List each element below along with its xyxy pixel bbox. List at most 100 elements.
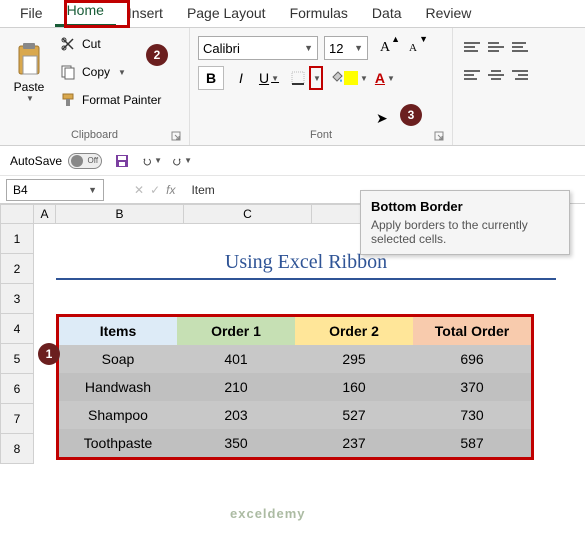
undo-button[interactable]: ▼ [142,151,162,171]
chevron-down-icon: ▼ [271,74,279,83]
row-header[interactable]: 7 [0,404,34,434]
align-top-button[interactable] [461,36,483,58]
align-bottom-button[interactable] [509,36,531,58]
paste-label: Paste [14,80,45,94]
align-left-button[interactable] [461,64,483,86]
row-header[interactable]: 2 [0,254,34,284]
format-painter-button[interactable]: Format Painter [56,88,165,112]
chevron-down-icon: ▼ [387,74,395,83]
col-header-a[interactable]: A [34,204,56,224]
borders-split-button[interactable]: ▼ [286,66,324,90]
select-all-corner[interactable] [0,204,34,224]
cell[interactable]: 160 [295,373,413,401]
cell[interactable]: Handwash [59,373,177,401]
cell[interactable]: 237 [295,429,413,457]
cell[interactable]: 203 [177,401,295,429]
row-header[interactable]: 5 [0,344,34,374]
row-headers: 1 2 3 4 5 6 7 8 [0,224,34,464]
align-center-button[interactable] [485,64,507,86]
cell[interactable]: Toothpaste [59,429,177,457]
group-label-clipboard: Clipboard [6,127,183,143]
tab-review[interactable]: Review [414,1,484,27]
font-name-value: Calibri [203,41,240,56]
row-header[interactable]: 4 [0,314,34,344]
cell[interactable]: 401 [177,345,295,373]
cell[interactable]: 350 [177,429,295,457]
col-header-c[interactable]: C [184,204,312,224]
fill-color-button[interactable]: ▼ [330,66,368,90]
tab-insert[interactable]: Insert [116,1,175,27]
chevron-down-icon: ▼ [26,94,34,103]
autosave-toggle[interactable]: AutoSave Off [10,153,102,169]
dialog-launcher-icon[interactable] [434,131,444,141]
borders-dropdown-arrow[interactable]: ▼ [309,66,323,90]
col-header-total[interactable]: Total Order [413,317,531,345]
col-header-b[interactable]: B [56,204,184,224]
cell[interactable]: Shampoo [59,401,177,429]
col-header-items[interactable]: Items [59,317,177,345]
data-table: Items Order 1 Order 2 Total Order Soap 4… [59,317,531,457]
font-size-value: 12 [329,41,343,56]
table-row: Soap 401 295 696 [59,345,531,373]
chevron-down-icon: ▼ [360,74,368,83]
tooltip-title: Bottom Border [371,199,559,214]
annotation-step-badge-2: 2 [146,44,168,66]
paintbrush-icon [60,92,76,108]
bold-button[interactable]: B [198,66,224,90]
row-header[interactable]: 8 [0,434,34,464]
cell[interactable]: 370 [413,373,531,401]
group-alignment [453,28,539,145]
copy-icon [60,64,76,80]
increase-font-size-button[interactable]: A▲ [374,36,396,60]
tab-data[interactable]: Data [360,1,414,27]
autosave-label: AutoSave [10,154,62,168]
paste-button[interactable]: Paste ▼ [6,32,52,112]
scissors-icon [60,36,76,52]
cell[interactable]: 730 [413,401,531,429]
ribbon-tabs: File Home Insert Page Layout Formulas Da… [0,0,585,28]
decrease-font-size-button[interactable]: A▼ [402,36,424,60]
bucket-icon [330,70,344,87]
name-box[interactable]: B4 ▼ [6,179,104,201]
font-size-combo[interactable]: 12 ▼ [324,36,368,60]
cell[interactable]: 210 [177,373,295,401]
row-header[interactable]: 6 [0,374,34,404]
annotation-step-badge-3: 3 [400,104,422,126]
tab-home[interactable]: Home [55,0,116,27]
tab-file[interactable]: File [8,1,55,27]
cell[interactable]: 587 [413,429,531,457]
font-color-button[interactable]: A ▼ [374,66,396,90]
font-name-combo[interactable]: Calibri ▼ [198,36,318,60]
cell[interactable]: 527 [295,401,413,429]
tab-formulas[interactable]: Formulas [278,1,360,27]
fx-icon[interactable]: fx [166,183,175,197]
align-middle-button[interactable] [485,36,507,58]
cancel-formula-icon[interactable]: ✕ [134,183,144,197]
annotation-step-badge-1: 1 [38,343,60,365]
row-header[interactable]: 1 [0,224,34,254]
chevron-down-icon: ▼ [313,74,321,83]
copy-button[interactable]: Copy ▼ [56,60,165,84]
cell[interactable]: Soap [59,345,177,373]
row-header[interactable]: 3 [0,284,34,314]
enter-formula-icon[interactable]: ✓ [150,183,160,197]
tab-page-layout[interactable]: Page Layout [175,1,278,27]
underline-button[interactable]: U▼ [258,66,280,90]
col-header-order1[interactable]: Order 1 [177,317,295,345]
italic-button[interactable]: I [230,66,252,90]
copy-label: Copy [82,65,110,79]
table-header-row: Items Order 1 Order 2 Total Order [59,317,531,345]
quick-access-toolbar: AutoSave Off ▼ ▼ [0,146,585,176]
save-button[interactable] [112,151,132,171]
font-color-icon: A [375,70,385,86]
formula-value[interactable]: Item [191,183,214,197]
cut-label: Cut [82,37,101,51]
align-right-button[interactable] [509,64,531,86]
group-font: Calibri ▼ 12 ▼ A▲ A▼ B I U▼ [190,28,453,145]
ribbon: Paste ▼ Cut Copy ▼ [0,28,585,146]
cell[interactable]: 295 [295,345,413,373]
redo-button[interactable]: ▼ [172,151,192,171]
cell[interactable]: 696 [413,345,531,373]
dialog-launcher-icon[interactable] [171,131,181,141]
col-header-order2[interactable]: Order 2 [295,317,413,345]
